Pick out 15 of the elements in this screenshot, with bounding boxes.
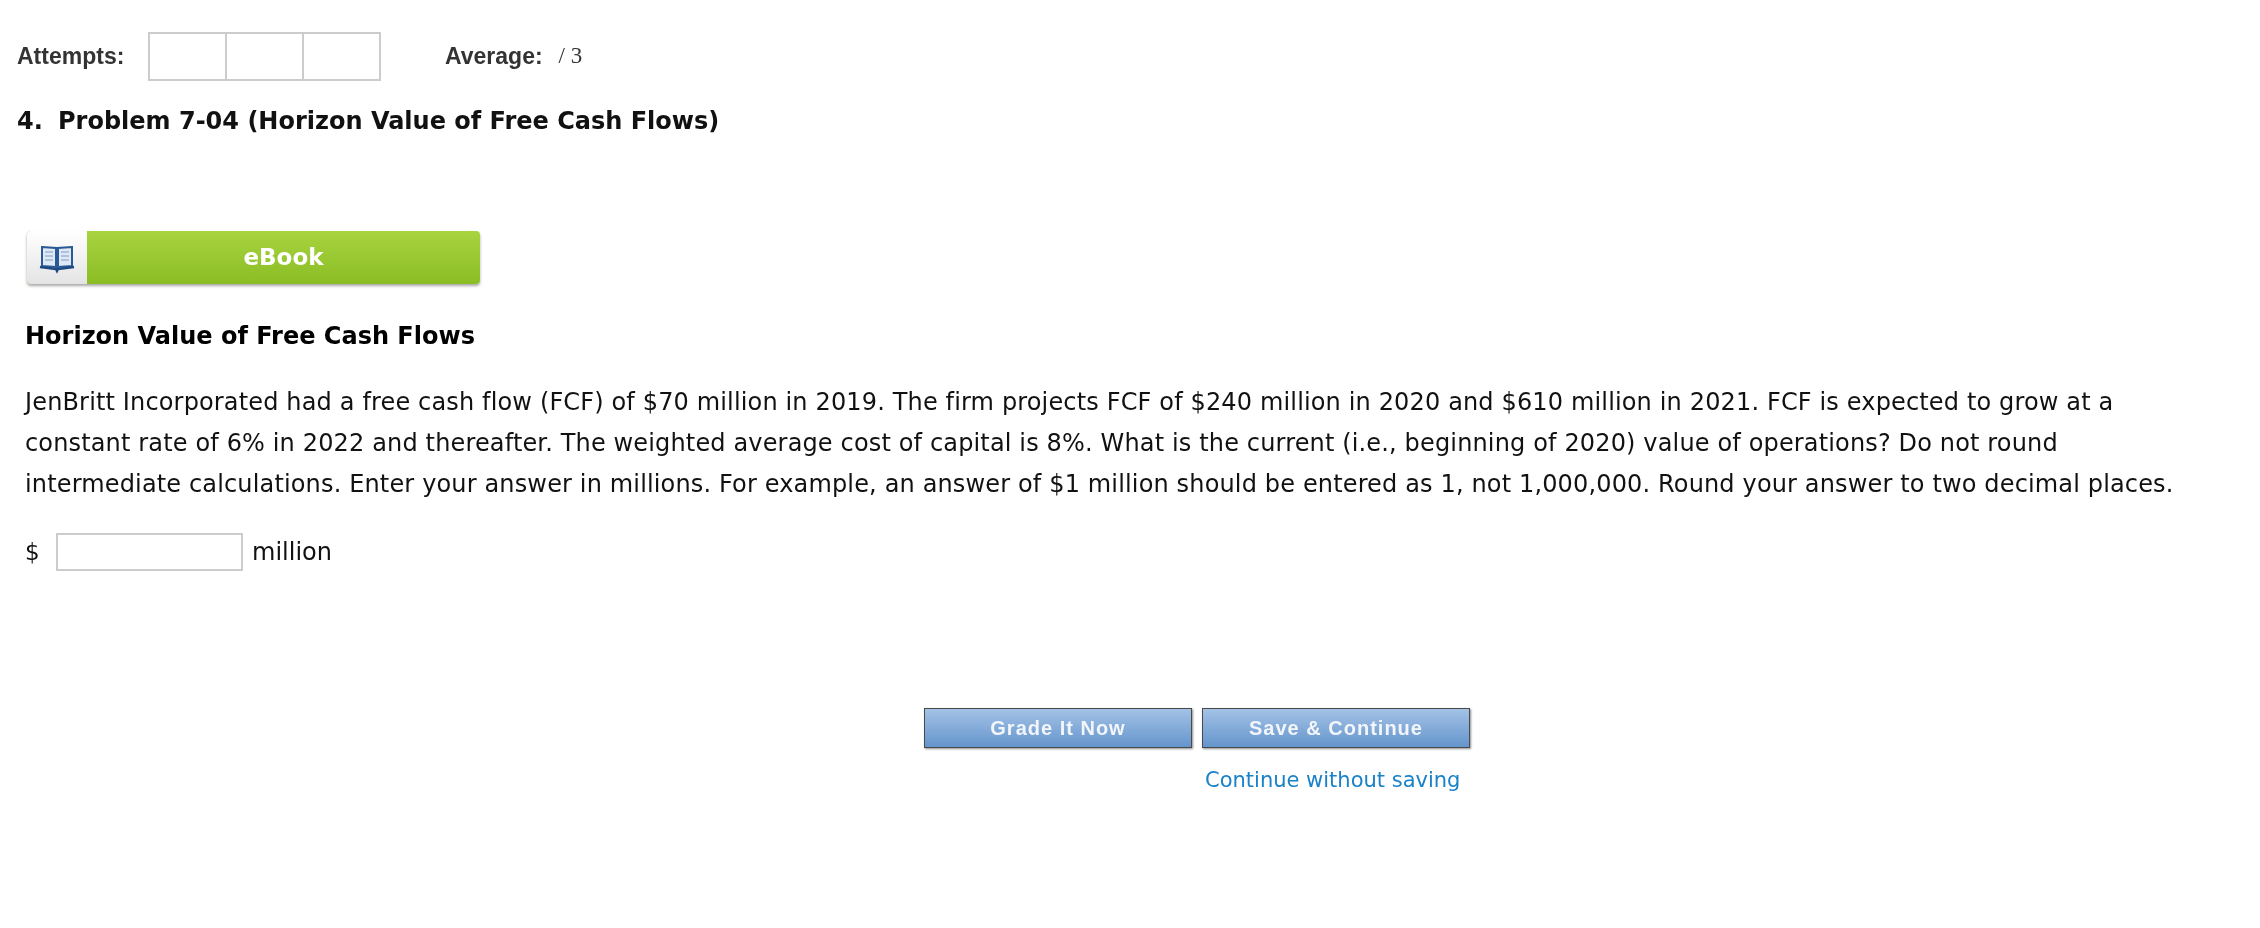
answer-field[interactable] [56,533,243,571]
book-icon [27,231,87,284]
dollar-sign: $ [25,537,41,567]
problem-title: Problem 7-04 (Horizon Value of Free Cash Flows) [58,106,720,137]
unit-label: million [252,537,332,568]
action-button[interactable]: Save & Continue [1202,708,1470,748]
attempts-label: Attempts: [17,42,126,72]
average-value: / 3 [558,42,583,71]
action-button[interactable]: Grade It Now [924,708,1192,748]
problem-number: 4. [17,106,44,137]
section-heading: Horizon Value of Free Cash Flows [25,322,475,350]
question-text: JenBritt Incorporated had a free cash flow (FCF) of $70 million in 2019. The firm projects FCF of $240 million in 2020 and $610 million in 2021. FCF is expected to grow at a constant rate of 6% in 2022 and thereafter. The weighted average cost of capital is 8%. What is the current (i.e., beginning of 2020) value of operations? Do not round intermediate calculations. Enter your answer in millions. For example, an answer of $1 million should be entered as 1, not 1,000,000. Round your answer to two decimal places. [25,387,2175,500]
average-label: Average: [445,42,543,72]
ebook-button[interactable]: eBook [27,231,480,284]
continue-link[interactable]: Continue without saving [1205,768,1461,792]
